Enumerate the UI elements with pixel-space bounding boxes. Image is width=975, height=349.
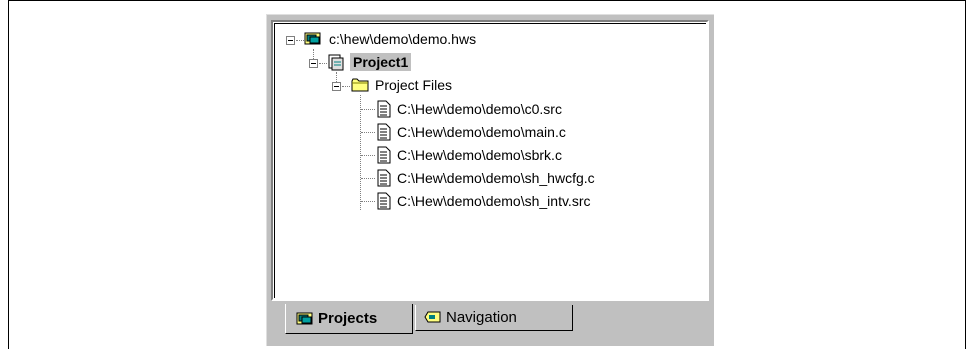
folder-collapse-toggle[interactable] [332,82,341,91]
file-icon [377,169,391,187]
workspace-icon [296,312,313,325]
tab-navigation[interactable]: Navigation [415,305,573,331]
workspace-tree[interactable]: c:\hew\demo\demo.hws Project1 Project Fi… [271,20,709,301]
tree-line [361,132,375,133]
workspace-root-label[interactable]: c:\hew\demo\demo.hws [329,30,476,48]
tab-projects[interactable]: Projects [285,304,413,334]
tab-navigation-label: Navigation [446,309,517,326]
navigation-icon [424,311,441,323]
project-label[interactable]: Project1 [350,53,412,71]
folder-label[interactable]: Project Files [375,76,452,94]
file-item[interactable]: C:\Hew\demo\demo\sh_intv.src [397,192,590,210]
file-item[interactable]: C:\Hew\demo\demo\sh_hwcfg.c [397,169,595,187]
tab-projects-label: Projects [318,310,378,327]
project-icon [328,54,344,71]
tree-line [313,49,314,59]
tree-line [360,95,361,210]
tree-line [361,201,375,202]
folder-icon [351,78,369,92]
file-icon [377,146,391,164]
file-icon [377,100,391,118]
file-item[interactable]: C:\Hew\demo\demo\main.c [397,123,566,141]
tree-content: c:\hew\demo\demo.hws Project1 Project Fi… [274,23,706,298]
file-icon [377,192,391,210]
tree-line [336,72,337,82]
workspace-window: c:\hew\demo\demo.hws Project1 Project Fi… [266,14,714,346]
tree-line [342,86,350,87]
workspace-icon [304,32,321,45]
tree-line [319,63,327,64]
file-icon [377,123,391,141]
file-item[interactable]: C:\Hew\demo\demo\sbrk.c [397,146,562,164]
tree-line [361,178,375,179]
tree-line [296,40,304,41]
tree-line [361,155,375,156]
tree-line [361,109,375,110]
project-collapse-toggle[interactable] [309,59,318,68]
workspace-tabs: Projects Navigation [267,304,713,346]
file-item[interactable]: C:\Hew\demo\demo\c0.src [397,100,562,118]
root-collapse-toggle[interactable] [286,36,295,45]
